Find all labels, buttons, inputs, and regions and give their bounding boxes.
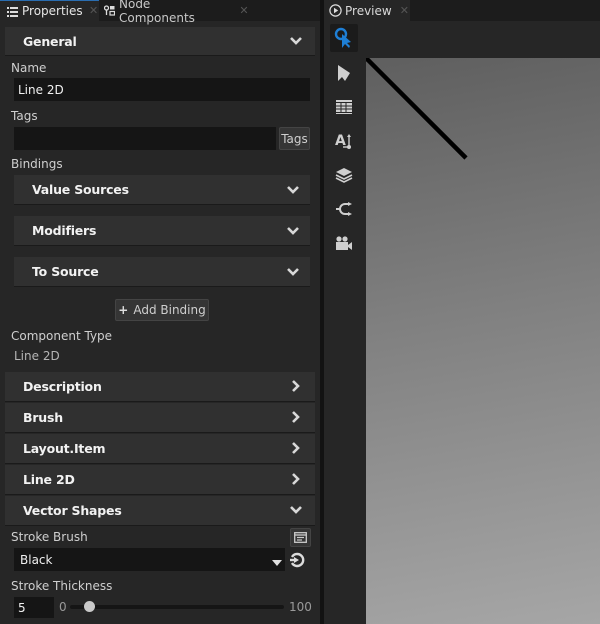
section-label: Description (23, 379, 102, 394)
section-layout-item[interactable]: Layout.Item (5, 434, 315, 464)
tab-preview[interactable]: Preview ✕ (324, 0, 410, 21)
section-brush[interactable]: Brush (5, 403, 315, 433)
slider-min-label: 0 (59, 600, 67, 614)
close-icon[interactable]: ✕ (400, 4, 409, 17)
right-tab-bar: Preview ✕ (324, 0, 600, 21)
arrow-cursor-icon (338, 65, 350, 81)
preview-panel: Preview ✕ A (324, 0, 600, 624)
layers-tool[interactable] (330, 161, 358, 189)
stroke-thickness-label: Stroke Thickness (11, 579, 113, 593)
stroke-thickness-slider[interactable] (70, 605, 284, 609)
tags-input[interactable] (14, 127, 276, 150)
camera-icon (336, 236, 352, 250)
select-tool[interactable] (330, 59, 358, 87)
layers-icon (335, 168, 353, 183)
section-label: Line 2D (23, 472, 75, 487)
connection-icon (336, 202, 352, 216)
section-label: General (23, 33, 77, 49)
left-tab-bar: Properties ✕ Node Components ✕ (0, 0, 320, 25)
binding-label: To Source (32, 264, 99, 279)
tab-node-components[interactable]: Node Components ✕ (99, 0, 249, 25)
interact-tool[interactable] (330, 24, 358, 52)
chevron-down-icon (286, 225, 300, 237)
close-icon[interactable]: ✕ (89, 5, 99, 16)
tab-label: Preview (345, 3, 392, 18)
chevron-down-icon (286, 266, 300, 278)
grid-tool[interactable] (330, 93, 358, 121)
chevron-right-icon (289, 473, 303, 485)
slider-thumb[interactable] (83, 601, 95, 612)
add-binding-button[interactable]: + Add Binding (115, 299, 209, 321)
section-line-2d[interactable]: Line 2D (5, 465, 315, 495)
stroke-thickness-input[interactable]: 5 (14, 597, 54, 618)
text-anchor-icon: A (335, 133, 351, 149)
connection-tool[interactable] (330, 195, 358, 223)
chevron-right-icon (289, 380, 303, 392)
section-label: Brush (23, 410, 63, 425)
add-binding-label: Add Binding (133, 303, 206, 317)
section-vector-shapes[interactable]: Vector Shapes (5, 496, 315, 526)
chevron-right-icon (289, 411, 303, 423)
reset-icon[interactable] (289, 552, 305, 571)
interact-icon (334, 27, 351, 48)
chevron-down-icon (289, 35, 303, 47)
binding-to-source[interactable]: To Source (14, 257, 310, 287)
text-tool[interactable]: A (330, 127, 358, 155)
section-label: Vector Shapes (23, 503, 122, 518)
properties-panel: Properties ✕ Node Components ✕ General N… (0, 0, 320, 624)
chevron-down-icon (286, 184, 300, 196)
name-label: Name (11, 61, 47, 75)
name-input[interactable]: Line 2D (14, 78, 310, 101)
preview-viewport[interactable] (366, 58, 600, 624)
section-description[interactable]: Description (5, 372, 315, 402)
component-type-label: Component Type (11, 329, 113, 343)
binding-value-sources[interactable]: Value Sources (14, 175, 310, 205)
chevron-down-icon (289, 504, 303, 516)
dropdown-arrow-icon (272, 556, 282, 570)
list-icon (7, 6, 18, 17)
stroke-brush-dropdown[interactable]: Black (14, 548, 285, 571)
binding-modifiers[interactable]: Modifiers (14, 216, 310, 246)
plus-icon: + (118, 303, 129, 317)
close-icon[interactable]: ✕ (239, 5, 249, 16)
stroke-brush-value: Black (20, 552, 53, 567)
tab-label: Node Components (119, 0, 195, 25)
camera-tool[interactable] (330, 229, 358, 257)
chevron-right-icon (289, 442, 303, 454)
tab-properties[interactable]: Properties ✕ (0, 0, 99, 21)
tags-button[interactable]: Tags (279, 127, 310, 150)
grid-icon (336, 100, 352, 114)
tags-label: Tags (11, 109, 38, 123)
component-type-value: Line 2D (14, 349, 60, 363)
binding-label: Value Sources (32, 182, 129, 197)
stroke-brush-label: Stroke Brush (11, 530, 88, 544)
section-general[interactable]: General (5, 27, 315, 56)
tab-label: Properties (22, 4, 83, 18)
section-label: Layout.Item (23, 441, 106, 456)
brush-editor-button[interactable] (290, 528, 311, 547)
brush-editor-icon (294, 532, 307, 543)
bindings-label: Bindings (11, 157, 63, 171)
preview-toolbar: A (324, 21, 366, 624)
preview-canvas-area (366, 21, 600, 624)
slider-max-label: 100 (289, 600, 312, 614)
line-2d-shape[interactable] (366, 58, 468, 160)
node-components-icon (103, 5, 116, 16)
binding-label: Modifiers (32, 223, 97, 238)
play-icon (329, 4, 342, 17)
